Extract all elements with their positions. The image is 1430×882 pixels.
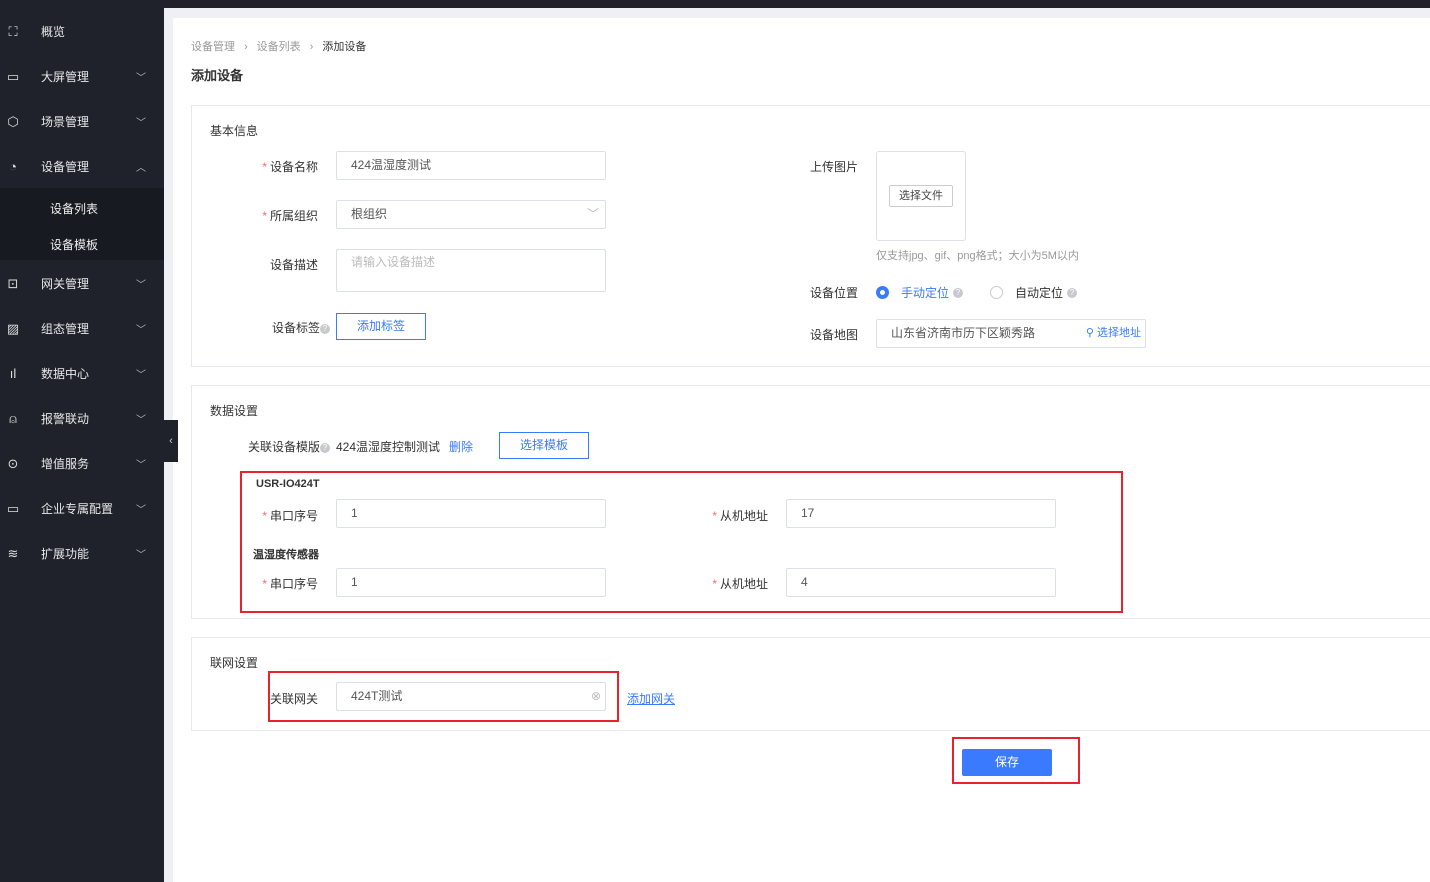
highlight-box [268,671,619,722]
choose-template-button[interactable]: 选择模板 [499,432,589,459]
chevron-down-icon: ﹀ [136,550,146,561]
template-value: 424温湿度控制测试 [336,440,441,454]
breadcrumb-item[interactable]: 设备列表 [257,41,301,53]
chevron-down-icon: ﹀ [136,280,146,291]
sidebar-item-device[interactable]: ◔ 设备管理 ︿ [0,144,164,189]
location-label: 设备位置 [809,286,858,300]
tag-label: 设备标签? [230,319,330,336]
page-title: 添加设备 [191,68,244,83]
sidebar-item-overview[interactable]: ⛶ 概览 [0,9,164,54]
highlight-box [952,737,1080,784]
sidebar-item-extension[interactable]: ≋ 扩展功能 ﹀ [0,531,164,576]
chevron-down-icon: ﹀ [136,370,146,381]
breadcrumb-current: 添加设备 [322,41,367,53]
device-submenu: 设备列表 设备模板 [0,188,164,260]
sidebar-item-alarm[interactable]: ⍝ 报警联动 ﹀ [0,396,164,441]
section-title: 数据设置 [210,404,259,418]
help-icon: ? [953,287,964,298]
device-name-input[interactable]: 424温湿度测试 [336,151,606,180]
map-label: 设备地图 [809,328,858,342]
desc-label: 设备描述 [269,258,318,272]
alarm-icon: ⍝ [9,410,17,426]
chevron-down-icon: ﹀ [136,73,146,84]
collapse-sidebar-button[interactable]: ‹ [164,420,178,462]
scan-icon: ⛶ [8,23,18,39]
breadcrumb: 设备管理 › 设备列表 › 添加设备 [191,41,367,53]
help-icon: ? [1067,287,1078,298]
add-gateway-link[interactable]: 添加网关 [627,690,675,707]
chevron-down-icon: ﹀ [136,460,146,471]
sidebar-item-screen[interactable]: ▭ 大屏管理 ﹀ [0,54,164,99]
sidebar-item-config[interactable]: ▨ 组态管理 ﹀ [0,306,164,351]
location-radio-group: 手动定位? 自动定位? [876,284,1078,301]
sidebar-sub-device-template[interactable]: 设备模板 [50,236,98,253]
yen-icon: ⊙ [7,455,19,471]
sidebar-item-data[interactable]: ıl 数据中心 ﹀ [0,351,164,396]
map-address-input[interactable]: 山东省济南市历下区颖秀路 ⚲ 选择地址 [876,319,1146,348]
chevron-down-icon: ﹀ [136,505,146,516]
bar-chart-icon: ıl [9,365,17,381]
upload-hint: 仅支持jpg、gif、png格式；大小为5M以内 [876,250,1079,262]
sidebar-item-gateway[interactable]: ⊡ 网关管理 ﹀ [0,261,164,306]
device-name-label: * 设备名称 [262,160,318,174]
choose-file-button[interactable]: 选择文件 [889,185,953,207]
chevron-down-icon: ﹀ [136,325,146,336]
chevron-down-icon: ﹀ [586,207,599,221]
device-desc-textarea[interactable]: 请输入设备描述 [336,249,606,292]
sidebar-item-enterprise[interactable]: ▭ 企业专属配置 ﹀ [0,486,164,531]
radio-manual[interactable] [876,286,889,299]
upload-label: 上传图片 [809,160,858,174]
chevron-down-icon: ﹀ [136,415,146,426]
layers-icon: ≋ [7,545,19,561]
top-bar [164,0,1430,8]
help-icon: ? [320,442,330,453]
add-tag-button[interactable]: 添加标签 [336,313,426,340]
sidebar-item-scene[interactable]: ⬡ 场景管理 ﹀ [0,99,164,144]
section-title: 联网设置 [210,656,259,670]
monitor-icon: ▭ [6,68,20,84]
code-monitor-icon: ▭ [6,500,20,516]
help-icon: ? [320,323,330,334]
pie-chart-icon: ◔ [9,158,17,174]
section-title: 基本信息 [210,124,259,138]
org-label: * 所属组织 [262,209,318,223]
cube-icon: ⬡ [7,113,19,129]
upload-box[interactable]: 选择文件 [876,151,966,241]
image-icon: ▨ [6,320,20,336]
sidebar-item-value-added[interactable]: ⊙ 增值服务 ﹀ [0,441,164,486]
chevron-up-icon: ︿ [136,163,146,174]
chevron-left-icon: ‹ [169,435,173,447]
org-select[interactable]: 根组织 ﹀ [336,200,606,229]
breadcrumb-item[interactable]: 设备管理 [191,41,235,53]
chevron-down-icon: ﹀ [136,118,146,129]
highlight-box [240,471,1123,613]
location-pin-icon: ⚲ [1085,327,1094,339]
delete-template-link[interactable]: 删除 [449,438,473,455]
template-label: 关联设备模版? [230,438,330,455]
sidebar: ⛶ 概览 ▭ 大屏管理 ﹀ ⬡ 场景管理 ﹀ ◔ 设备管理 ︿ 设备列表 设备模板 ⊡ 网关管理… [0,0,164,882]
radio-auto[interactable] [990,286,1004,299]
select-address-button[interactable]: ⚲ 选择地址 [1086,320,1141,347]
gateway-icon: ⊡ [7,275,19,291]
sidebar-sub-device-list[interactable]: 设备列表 [50,200,98,217]
